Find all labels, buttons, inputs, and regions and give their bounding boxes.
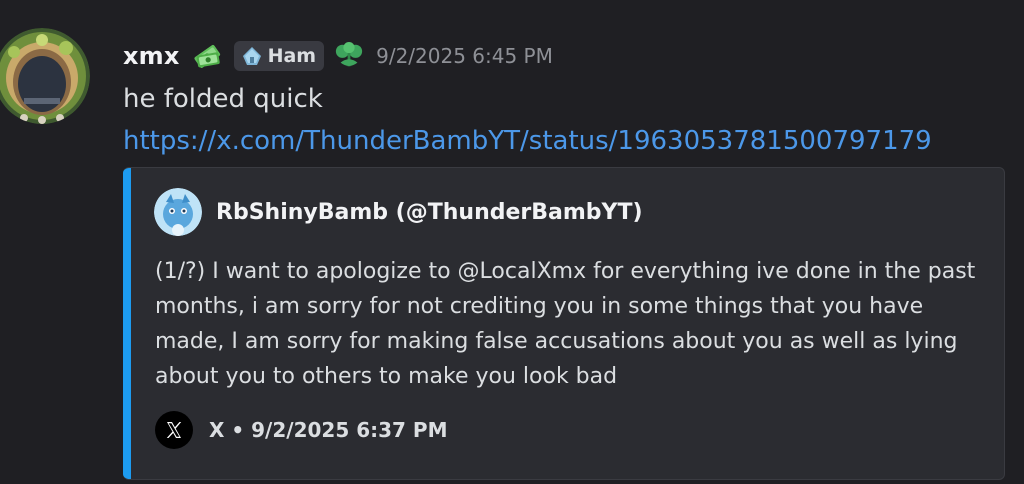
embed-author-name[interactable]: RbShinyBamb (@ThunderBambYT) [216, 200, 643, 225]
chat-message: xmx Ham 9/2/2025 6:45 PM he folded quick… [0, 0, 1024, 484]
embed-description: (1/?) I want to apologize to @LocalXmx f… [155, 259, 976, 389]
message-timestamp[interactable]: 9/2/2025 6:45 PM [376, 44, 553, 68]
x-logo-icon [155, 411, 193, 449]
embed-accent-bar [123, 168, 131, 479]
message-header: xmx Ham 9/2/2025 6:45 PM [123, 38, 553, 74]
plant-icon[interactable] [334, 41, 364, 71]
money-icon[interactable] [192, 41, 222, 71]
embed-footer-text: X • 9/2/2025 6:37 PM [209, 418, 448, 442]
embed-author-avatar[interactable] [154, 188, 202, 236]
username[interactable]: xmx [123, 42, 180, 70]
message-text: he folded quick [123, 84, 323, 114]
embed-footer: X • 9/2/2025 6:37 PM [155, 411, 447, 449]
message-link[interactable]: https://x.com/ThunderBambYT/status/19630… [123, 124, 932, 158]
user-avatar[interactable] [0, 28, 90, 124]
role-tag-label: Ham [267, 45, 317, 67]
role-tag[interactable]: Ham [233, 41, 325, 71]
link-embed: RbShinyBamb (@ThunderBambYT) (1/?) I wan… [123, 167, 1005, 480]
house-icon [241, 45, 263, 67]
embed-author[interactable]: RbShinyBamb (@ThunderBambYT) [154, 188, 643, 236]
